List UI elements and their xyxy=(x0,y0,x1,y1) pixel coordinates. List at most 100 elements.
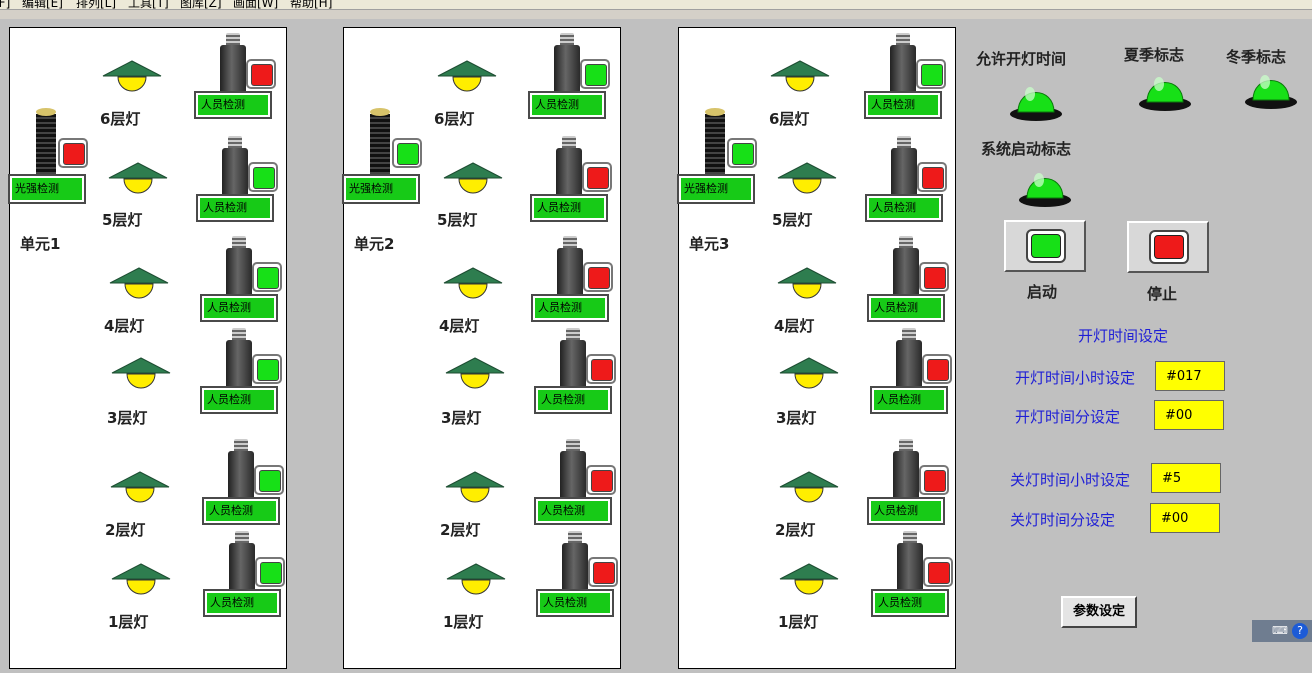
system-start-beacon-icon xyxy=(1019,173,1071,207)
floor-lamp-icon xyxy=(779,357,839,389)
sensor-body-icon xyxy=(554,45,580,95)
sensor-body-icon xyxy=(560,340,586,390)
sensor-body-icon xyxy=(228,451,254,501)
menu-item[interactable]: 工具[T] xyxy=(128,0,169,9)
light-sensor[interactable]: 光强检测 xyxy=(8,108,88,206)
floor-lamp-label: 4层灯 xyxy=(104,317,145,335)
person-sensor-tag: 人员检测 xyxy=(202,497,280,525)
person-sensor-label: 人员检测 xyxy=(540,593,610,613)
person-sensor[interactable]: 人员检测 xyxy=(194,31,276,121)
status-light-icon xyxy=(927,359,949,381)
status-light-icon xyxy=(593,562,615,584)
person-sensor[interactable]: 人员检测 xyxy=(867,234,949,324)
off-minute-label: 关灯时间分设定 xyxy=(1010,511,1116,529)
person-sensor-tag: 人员检测 xyxy=(871,589,949,617)
light-sensor-indicator xyxy=(58,138,88,168)
sensor-indicator xyxy=(588,557,618,587)
help-icon[interactable]: ? xyxy=(1292,623,1308,639)
light-sensor-tag: 光强检测 xyxy=(342,174,420,204)
person-sensor-tag: 人员检测 xyxy=(870,386,948,414)
stop-button[interactable] xyxy=(1127,221,1209,273)
off-minute-input[interactable]: #00 xyxy=(1150,503,1220,533)
sensor-indicator xyxy=(254,465,284,495)
person-sensor[interactable]: 人员检测 xyxy=(202,437,284,527)
floor-lamp-icon xyxy=(779,563,839,595)
sensor-indicator xyxy=(922,354,952,384)
off-hour-input[interactable]: #5 xyxy=(1151,463,1221,493)
light-sensor[interactable]: 光强检测 xyxy=(677,108,757,206)
person-sensor[interactable]: 人员检测 xyxy=(200,234,282,324)
floor-lamp-label: 5层灯 xyxy=(102,211,143,229)
person-sensor[interactable]: 人员检测 xyxy=(200,326,282,416)
on-minute-input[interactable]: #00 xyxy=(1154,400,1224,430)
status-light-icon xyxy=(397,143,419,165)
light-sensor-label: 光强检测 xyxy=(681,178,751,200)
keyboard-icon[interactable]: ⌨ xyxy=(1272,623,1288,639)
menu-item[interactable]: 编辑[E] xyxy=(22,0,63,9)
person-sensor[interactable]: 人员检测 xyxy=(528,31,610,121)
person-sensor[interactable]: 人员检测 xyxy=(530,134,612,224)
person-sensor-label: 人员检测 xyxy=(874,390,944,410)
person-sensor[interactable]: 人员检测 xyxy=(867,437,949,527)
sensor-indicator xyxy=(586,354,616,384)
light-sensor-cap-icon xyxy=(370,108,390,116)
person-sensor[interactable]: 人员检测 xyxy=(536,529,618,619)
sensor-body-icon xyxy=(556,148,582,198)
floor-lamp-label: 1层灯 xyxy=(778,613,819,631)
menu-item[interactable]: 画面[W] xyxy=(233,0,278,9)
person-sensor-tag: 人员检测 xyxy=(530,194,608,222)
menu-item[interactable]: 排列[L] xyxy=(76,0,116,9)
status-light-icon xyxy=(260,562,282,584)
floor-lamp-icon xyxy=(445,471,505,503)
sensor-indicator xyxy=(917,162,947,192)
person-sensor-label: 人员检测 xyxy=(206,501,276,521)
floor-lamp-label: 2层灯 xyxy=(105,521,146,539)
menu-item[interactable]: 文件[F] xyxy=(0,0,10,9)
floor-lamp-label: 3层灯 xyxy=(441,409,482,427)
person-sensor[interactable]: 人员检测 xyxy=(871,529,953,619)
menu-item[interactable]: 帮助[H] xyxy=(290,0,332,9)
light-sensor-body-icon xyxy=(370,114,390,176)
sensor-body-icon xyxy=(229,543,255,593)
person-sensor[interactable]: 人员检测 xyxy=(534,437,616,527)
person-sensor-tag: 人员检测 xyxy=(534,497,612,525)
status-light-icon xyxy=(732,143,754,165)
sensor-body-icon xyxy=(560,451,586,501)
toolbar-strip xyxy=(0,10,1312,19)
floor-lamp-icon xyxy=(437,60,497,92)
person-sensor[interactable]: 人员检测 xyxy=(534,326,616,416)
floor-lamp-label: 3层灯 xyxy=(107,409,148,427)
person-sensor[interactable]: 人员检测 xyxy=(196,134,278,224)
person-sensor[interactable]: 人员检测 xyxy=(870,326,952,416)
person-sensor[interactable]: 人员检测 xyxy=(203,529,285,619)
winter-flag-title: 冬季标志 xyxy=(1226,48,1287,66)
light-sensor[interactable]: 光强检测 xyxy=(342,108,422,206)
person-sensor-tag: 人员检测 xyxy=(534,386,612,414)
status-light-icon xyxy=(591,470,613,492)
person-sensor-label: 人员检测 xyxy=(869,198,939,218)
floor-lamp-label: 4层灯 xyxy=(774,317,815,335)
sensor-body-icon xyxy=(893,451,919,501)
menu-item[interactable]: 图库[Z] xyxy=(180,0,222,9)
person-sensor[interactable]: 人员检测 xyxy=(531,234,613,324)
stop-label: 停止 xyxy=(1147,285,1178,303)
start-button[interactable] xyxy=(1004,220,1086,272)
on-hour-input[interactable]: #017 xyxy=(1155,361,1225,391)
status-light-icon xyxy=(257,359,279,381)
param-settings-button[interactable]: 参数设定 xyxy=(1061,596,1137,628)
floor-lamp-icon xyxy=(443,162,503,194)
floor-lamp-label: 6层灯 xyxy=(769,110,810,128)
person-sensor-tag: 人员检测 xyxy=(200,294,278,322)
person-sensor[interactable]: 人员检测 xyxy=(864,31,946,121)
settings-title: 开灯时间设定 xyxy=(1078,327,1169,345)
light-sensor-indicator xyxy=(392,138,422,168)
light-sensor-indicator xyxy=(727,138,757,168)
floor-lamp-icon xyxy=(111,563,171,595)
status-light-icon xyxy=(253,167,275,189)
floor-lamp-icon xyxy=(445,357,505,389)
person-sensor[interactable]: 人员检测 xyxy=(865,134,947,224)
light-sensor-label: 光强检测 xyxy=(12,178,82,200)
start-button-face xyxy=(1026,229,1066,263)
floor-lamp-label: 4层灯 xyxy=(439,317,480,335)
summer-beacon-icon xyxy=(1139,77,1191,111)
